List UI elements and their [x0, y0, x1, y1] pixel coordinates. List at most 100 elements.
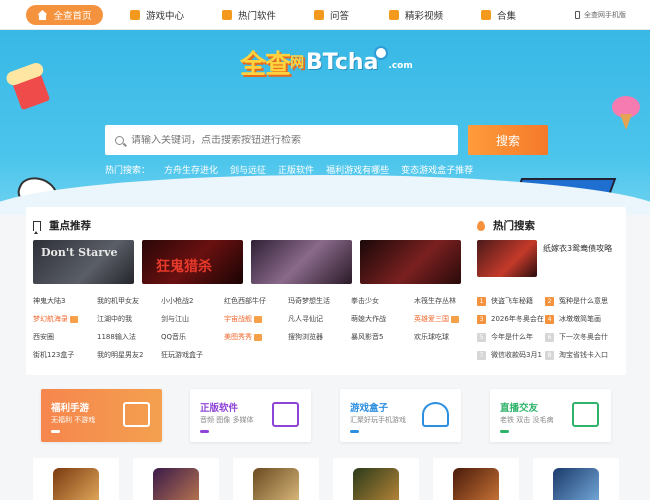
nav-label: 热门软件 [238, 11, 277, 22]
hot-rank-item[interactable]: 8 淘宝省钱卡入口 [545, 350, 608, 360]
game-link[interactable]: 街机123盒子 [33, 350, 74, 360]
game-link[interactable]: 萌媳大作战 [351, 314, 386, 324]
game-thumb-card[interactable] [233, 458, 319, 500]
hot-top-image[interactable] [477, 240, 537, 277]
hot-rank-item[interactable]: 7 微信收款码3月1 [477, 350, 542, 360]
game-link[interactable]: 小小枪战2 [161, 296, 193, 306]
hot-search-term[interactable]: 方舟生存进化 [164, 163, 218, 176]
rank-number: 6 [545, 332, 554, 342]
game-thumb-card[interactable] [133, 458, 219, 500]
hot-rank-item[interactable]: 2 冤种是什么意思 [545, 296, 608, 306]
hot-title: 热门搜索 [493, 220, 535, 232]
game-link[interactable]: 玛奇梦想生活 [288, 296, 330, 306]
popcorn-illustration [11, 71, 51, 111]
site-logo[interactable]: 全查 网 BTcha .com [240, 46, 413, 80]
nav-item-collection[interactable]: 合集 [481, 5, 516, 25]
category-card-welfare[interactable]: 福利手游 无福利 不游戏 [41, 389, 162, 442]
game-thumb-card[interactable] [33, 458, 119, 500]
hot-search-term[interactable]: 剑与远征 [230, 163, 266, 176]
game-thumb-image [253, 468, 299, 500]
gamepad-icon [130, 10, 140, 20]
game-thumb-card[interactable] [333, 458, 419, 500]
game-link[interactable]: 我的明星男友2 [97, 350, 143, 360]
category-title: 游戏盒子 [350, 403, 389, 414]
search-input[interactable] [131, 134, 431, 146]
category-bar [500, 430, 509, 433]
new-tag-icon [70, 315, 78, 323]
hot-rank-item[interactable]: 6 下一次冬奥会什 [545, 332, 608, 342]
game-thumb-card[interactable] [533, 458, 619, 500]
hot-rank-item[interactable]: 4 冰墩墩简笔画 [545, 314, 601, 324]
game-thumb-card[interactable] [433, 458, 519, 500]
game-link-label: 凡人寻仙记 [288, 315, 323, 323]
featured-image-red[interactable] [360, 240, 461, 284]
hot-search-term[interactable]: 正版软件 [278, 163, 314, 176]
game-link[interactable]: 1188输入法 [97, 332, 136, 342]
nav-item-software[interactable]: 热门软件 [222, 5, 276, 25]
category-card-software[interactable]: 正版软件 音频 图像 多媒体 [190, 389, 311, 442]
game-link[interactable]: 我的机甲女友 [97, 296, 139, 306]
hot-rank-item[interactable]: 5 今年是什么年 [477, 332, 533, 342]
game-link[interactable]: 江湖中的我 [97, 314, 132, 324]
game-link[interactable]: 神鬼大陆3 [33, 296, 65, 306]
nav-item-home[interactable]: 全查首页 [26, 5, 103, 25]
category-title: 福利手游 [51, 403, 90, 414]
game-link-label: QQ音乐 [161, 333, 187, 341]
game-link[interactable]: 拳击少女 [351, 296, 379, 306]
featured-image-dont-starve[interactable]: Don't Starve [33, 240, 134, 284]
game-link-label: 搜狗浏览器 [288, 333, 323, 341]
game-link[interactable]: QQ音乐 [161, 332, 186, 342]
rank-number: 8 [545, 350, 554, 360]
rank-label: 今年是什么年 [491, 333, 533, 341]
rank-number: 2 [545, 296, 554, 306]
game-link-label: 狂玩游戏盒子 [161, 351, 203, 359]
search-button[interactable]: 搜索 [468, 125, 548, 155]
hot-top-title[interactable]: 纸嫁衣3鸳鸯债攻略 [543, 243, 612, 254]
logo-tld: .com [388, 61, 413, 71]
category-card-gamebox[interactable]: 游戏盒子 汇聚好玩手机游戏 [340, 389, 461, 442]
featured-header: 重点推荐 [33, 218, 91, 234]
game-link[interactable]: 凡人寻仙记 [288, 314, 323, 324]
game-link[interactable]: 搜狗浏览器 [288, 332, 323, 342]
category-bar [350, 430, 359, 433]
game-link[interactable]: 暴风影音5 [351, 332, 383, 342]
top-nav: 全查首页 游戏中心 热门软件 问答 精彩视频 合集 全查网手机版 [0, 0, 650, 30]
game-link-label: 剑与江山 [161, 315, 189, 323]
game-link[interactable]: 梦幻航海录 [33, 314, 78, 324]
game-thumb-image [353, 468, 399, 500]
game-link[interactable]: 英雄爱三国 [414, 314, 459, 324]
nav-label: 问答 [330, 11, 350, 22]
game-link[interactable]: 欢乐球吃球 [414, 332, 449, 342]
category-subtitle: 老铁 双击 没毛病 [500, 416, 554, 424]
new-tag-icon [254, 315, 262, 323]
chat-icon [314, 10, 324, 20]
nav-item-qa[interactable]: 问答 [314, 5, 349, 25]
game-link-label: 萌媳大作战 [351, 315, 386, 323]
game-link[interactable]: 宇宙战舰 [224, 314, 262, 324]
game-link-label: 拳击少女 [351, 297, 379, 305]
bookmark-icon [33, 220, 41, 234]
featured-image-fantasy[interactable] [251, 240, 352, 284]
hot-rank-item[interactable]: 1 侠盗飞车秘籍 [477, 296, 533, 306]
category-title: 直播交友 [500, 403, 539, 414]
category-card-live[interactable]: 直播交友 老铁 双击 没毛病 [490, 389, 611, 442]
category-title: 正版软件 [200, 403, 239, 414]
hot-search-term[interactable]: 福利游戏有哪些 [326, 163, 389, 176]
game-link[interactable]: 红色西部牛仔 [224, 296, 266, 306]
game-link-label: 英雄爱三国 [414, 315, 449, 323]
hot-rank-item[interactable]: 3 2026年冬奥会在 [477, 314, 544, 324]
game-link[interactable]: 西安圈 [33, 332, 54, 342]
game-link[interactable]: 剑与江山 [161, 314, 189, 324]
featured-title: 重点推荐 [49, 220, 91, 232]
game-link-label: 我的明星男友2 [97, 351, 144, 359]
rank-label: 微信收款码3月1 [491, 351, 542, 359]
mobile-version-link[interactable]: 全查网手机版 [575, 10, 626, 20]
hot-search-term[interactable]: 变态游戏盒子推荐 [401, 163, 473, 176]
game-link[interactable]: 木筏生存丛林 [414, 296, 456, 306]
nav-item-games[interactable]: 游戏中心 [130, 5, 184, 25]
game-link[interactable]: 狂玩游戏盒子 [161, 350, 203, 360]
new-tag-icon [451, 315, 459, 323]
featured-image-horror[interactable]: 狂鬼猎杀 [142, 240, 243, 284]
game-link[interactable]: 美图秀秀 [224, 332, 262, 342]
nav-item-video[interactable]: 精彩视频 [389, 5, 443, 25]
